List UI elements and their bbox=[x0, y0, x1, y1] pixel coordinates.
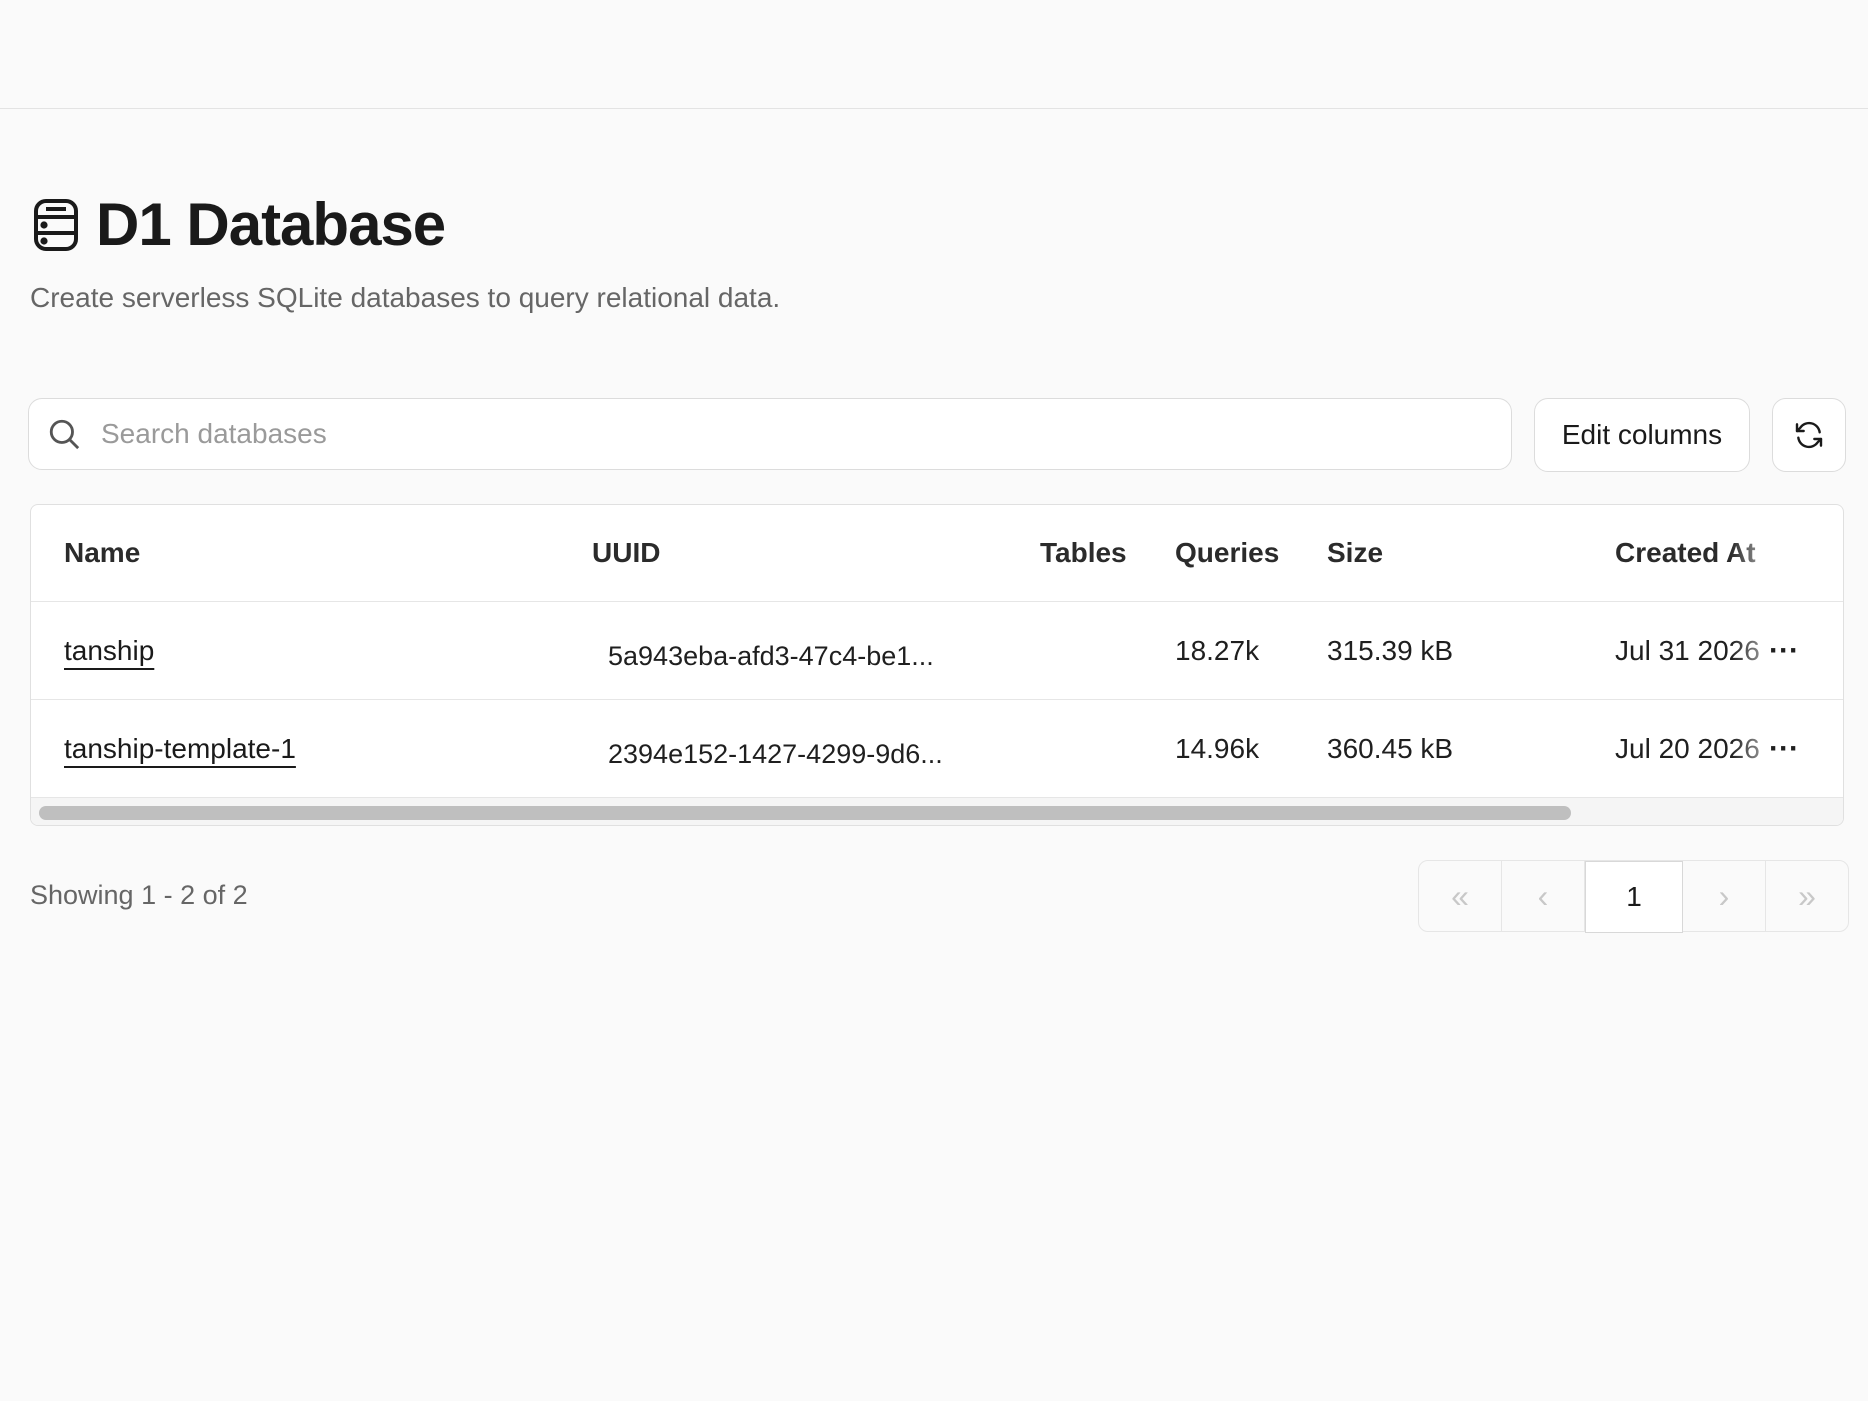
current-page-button[interactable]: 1 bbox=[1585, 861, 1683, 933]
header-size[interactable]: Size bbox=[1327, 505, 1383, 601]
search-input[interactable] bbox=[99, 417, 1483, 451]
row-size: 360.45 kB bbox=[1327, 732, 1454, 764]
prev-page-button[interactable]: ‹ bbox=[1502, 861, 1585, 931]
pagination: « ‹ 1 › » bbox=[1418, 860, 1849, 933]
page-subtitle: Create serverless SQLite databases to qu… bbox=[30, 282, 781, 313]
chevron-right-icon: › bbox=[1718, 877, 1730, 914]
table-header: Name UUID Tables Queries Size Created At bbox=[31, 505, 1843, 602]
database-icon bbox=[34, 198, 78, 251]
page-header: D1 Database bbox=[30, 190, 446, 259]
row-uuid: 5a943eba-afd3-47c4-be1... bbox=[608, 641, 934, 671]
search-box[interactable] bbox=[28, 398, 1512, 470]
header-tables[interactable]: Tables bbox=[1040, 505, 1127, 601]
edit-columns-button[interactable]: Edit columns bbox=[1534, 398, 1750, 472]
row-size: 315.39 kB bbox=[1327, 634, 1454, 666]
more-horizontal-icon[interactable]: ··· bbox=[1769, 602, 1799, 699]
chevron-left-icon: ‹ bbox=[1537, 877, 1549, 914]
refresh-button[interactable] bbox=[1772, 398, 1846, 472]
first-page-button[interactable]: « bbox=[1419, 861, 1502, 931]
chevrons-left-icon: « bbox=[1451, 877, 1469, 914]
horizontal-scrollbar[interactable] bbox=[31, 798, 1843, 825]
table-row[interactable]: tanship-template-1 2394e152-1427-4299-9d… bbox=[31, 700, 1843, 798]
top-bar bbox=[0, 0, 1868, 109]
scrollbar-thumb[interactable] bbox=[39, 806, 1571, 820]
next-page-button[interactable]: › bbox=[1683, 861, 1766, 931]
row-uuid: 2394e152-1427-4299-9d6... bbox=[608, 739, 943, 769]
header-uuid[interactable]: UUID bbox=[592, 505, 660, 601]
row-queries: 18.27k bbox=[1175, 634, 1260, 666]
header-name[interactable]: Name bbox=[64, 505, 140, 601]
column-fade bbox=[1731, 505, 1791, 601]
refresh-icon bbox=[1795, 421, 1823, 449]
database-link[interactable]: tanship-template-1 bbox=[64, 733, 296, 765]
table-row[interactable]: tanship 5a943eba-afd3-47c4-be1... 18.27k… bbox=[31, 602, 1843, 700]
row-name[interactable]: tanship bbox=[64, 602, 154, 699]
databases-table: Name UUID Tables Queries Size Created At… bbox=[30, 504, 1844, 826]
chevrons-right-icon: » bbox=[1798, 877, 1816, 914]
search-icon bbox=[49, 419, 80, 450]
header-queries[interactable]: Queries bbox=[1175, 505, 1279, 601]
last-page-button[interactable]: » bbox=[1766, 861, 1848, 931]
pagination-summary: Showing 1 - 2 of 2 bbox=[30, 880, 248, 910]
database-link[interactable]: tanship bbox=[64, 635, 154, 667]
row-name[interactable]: tanship-template-1 bbox=[64, 700, 296, 797]
row-queries: 14.96k bbox=[1175, 732, 1260, 764]
page-title: D1 Database bbox=[96, 191, 446, 258]
more-horizontal-icon[interactable]: ··· bbox=[1769, 700, 1799, 797]
